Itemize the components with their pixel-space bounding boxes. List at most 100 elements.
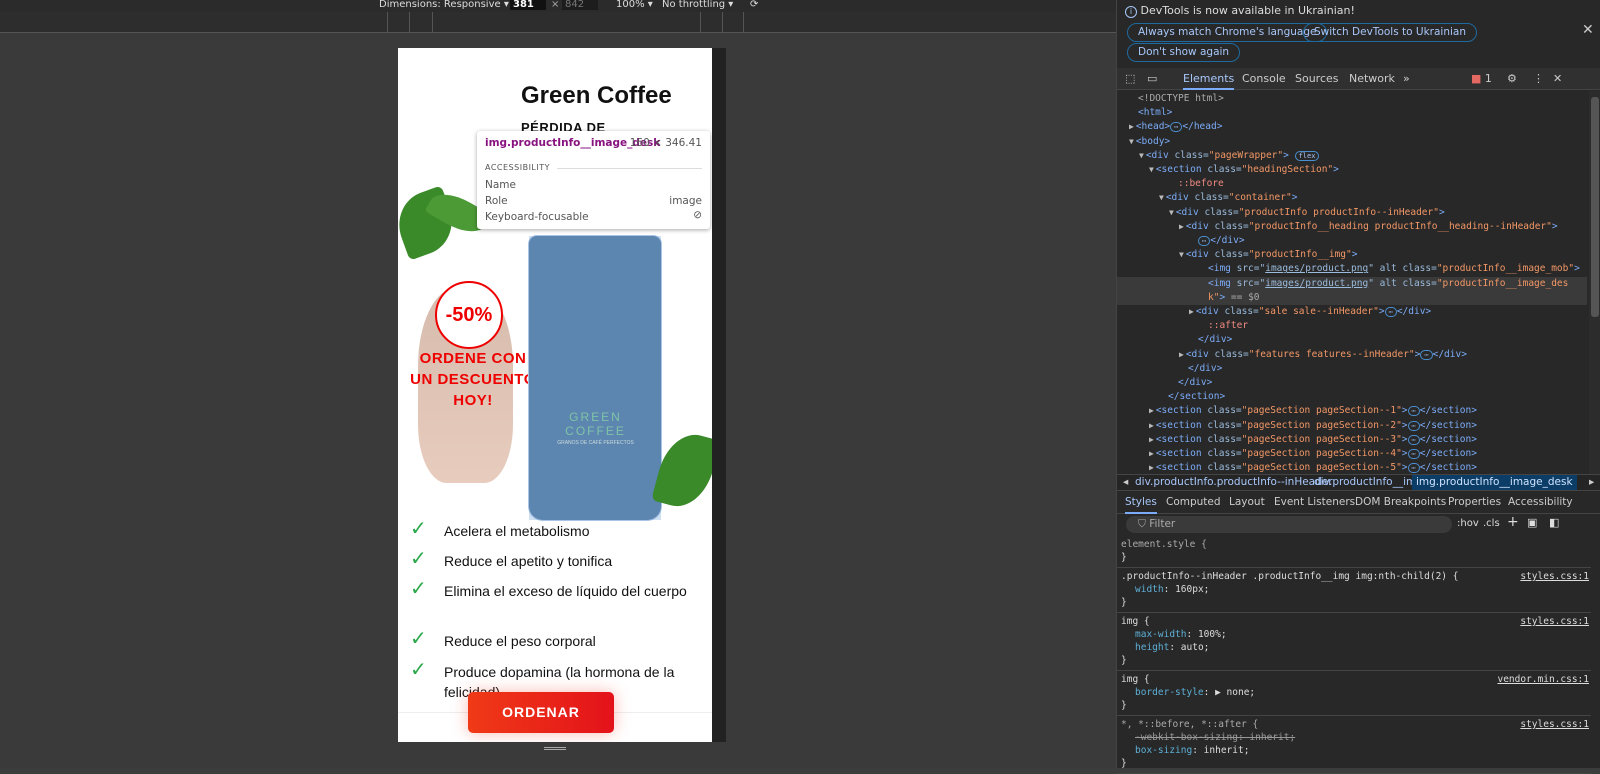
- css-declaration[interactable]: max-width: 100%;: [1121, 628, 1587, 641]
- collapse-triangle-icon[interactable]: ▼: [1129, 137, 1134, 146]
- tab-sources[interactable]: Sources: [1295, 72, 1339, 85]
- more-options-icon[interactable]: ⋮: [1533, 72, 1544, 85]
- css-declaration[interactable]: -webkit-box-sizing: inherit;: [1121, 731, 1587, 744]
- rule-selector[interactable]: img {: [1121, 615, 1587, 628]
- tab-network[interactable]: Network: [1349, 72, 1395, 85]
- dom-token-badge[interactable]: ⋯: [1407, 406, 1420, 417]
- zoom-dropdown[interactable]: 100% ▾: [616, 0, 653, 10]
- expand-triangle-icon[interactable]: ▶: [1179, 350, 1184, 359]
- toggle-sidebar-icon[interactable]: ◧: [1549, 516, 1559, 529]
- rule-source-link[interactable]: vendor.min.css:1: [1497, 673, 1589, 686]
- collapse-triangle-icon[interactable]: ▼: [1179, 250, 1184, 259]
- tab-dom-breakpoints[interactable]: DOM Breakpoints: [1355, 496, 1446, 508]
- rotate-icon[interactable]: ⟳: [750, 0, 758, 10]
- dom-node-line[interactable]: ::before: [1117, 177, 1587, 191]
- dom-node-line[interactable]: ▼ <body>: [1117, 135, 1587, 149]
- tab-console[interactable]: Console: [1242, 72, 1286, 85]
- settings-icon[interactable]: ⚙: [1507, 72, 1517, 85]
- css-declaration[interactable]: box-sizing: inherit;: [1121, 744, 1587, 757]
- match-language-button[interactable]: Always match Chrome's language: [1127, 23, 1328, 42]
- more-tabs-icon[interactable]: »: [1403, 72, 1410, 85]
- collapse-triangle-icon[interactable]: ▼: [1139, 151, 1144, 160]
- dom-token-badge[interactable]: ⋯: [1170, 122, 1183, 133]
- rule-selector[interactable]: element.style {: [1121, 538, 1587, 551]
- expand-triangle-icon[interactable]: ▶: [1149, 435, 1154, 444]
- dom-token-badge[interactable]: ⋯: [1198, 236, 1211, 246]
- collapse-triangle-icon[interactable]: ▼: [1159, 193, 1164, 202]
- dom-tree-scrollbar[interactable]: [1589, 91, 1600, 474]
- dimensions-dropdown[interactable]: Dimensions: Responsive ▾: [379, 0, 509, 10]
- dom-node-line[interactable]: ▶ <section class="pageSection pageSection…: [1117, 419, 1587, 433]
- width-input[interactable]: 381: [510, 0, 546, 10]
- dom-node-line[interactable]: <html>: [1117, 106, 1587, 120]
- dom-node-line[interactable]: ▶ <section class="pageSection pageSection…: [1117, 404, 1587, 418]
- tab-computed[interactable]: Computed: [1166, 496, 1221, 508]
- expand-triangle-icon[interactable]: ▶: [1179, 222, 1184, 231]
- collapse-triangle-icon[interactable]: ▼: [1169, 208, 1174, 217]
- dom-node-line[interactable]: ▶ <div class="features features--inHeader…: [1117, 348, 1587, 362]
- dom-node-line[interactable]: </div>: [1117, 362, 1587, 376]
- dom-node-line[interactable]: k"> == $0: [1117, 290, 1587, 305]
- expand-triangle-icon[interactable]: ▶: [1149, 421, 1154, 430]
- close-devtools-icon[interactable]: ✕: [1553, 72, 1562, 85]
- height-input[interactable]: 842: [562, 0, 598, 10]
- dom-token-badge[interactable]: flex: [1294, 150, 1320, 161]
- styles-filter-input[interactable]: ⛉ Filter: [1126, 516, 1452, 533]
- expand-triangle-icon[interactable]: ▶: [1189, 307, 1194, 316]
- dom-node-line[interactable]: </div>: [1117, 376, 1587, 390]
- throttling-dropdown[interactable]: No throttling ▾: [662, 0, 733, 10]
- dom-node-line[interactable]: ▼ <section class="headingSection">: [1117, 163, 1587, 177]
- tab-styles[interactable]: Styles: [1125, 496, 1157, 514]
- inspect-icon[interactable]: ⬚: [1125, 72, 1135, 85]
- dom-node-line[interactable]: <img src="images/product.png" alt class=…: [1117, 262, 1587, 276]
- dom-node-line[interactable]: </section>: [1117, 390, 1587, 404]
- dom-token-badge[interactable]: ⋯: [1407, 434, 1420, 445]
- dom-node-line[interactable]: ▶ <section class="pageSection pageSection…: [1117, 447, 1587, 461]
- dom-node-line[interactable]: ▶ <head> ⋯ </head>: [1117, 120, 1587, 134]
- dom-node-line[interactable]: ▼ <div class="container">: [1117, 191, 1587, 205]
- collapse-triangle-icon[interactable]: ▼: [1149, 165, 1154, 174]
- dom-token-link[interactable]: images/product.png: [1265, 278, 1368, 289]
- dom-token-badge[interactable]: ⋯: [1407, 463, 1420, 474]
- dom-token-link[interactable]: images/product.png: [1265, 263, 1368, 274]
- breadcrumb-item-selected[interactable]: img.productInfo__image_desk: [1412, 475, 1577, 490]
- crumb-scroll-left[interactable]: ◂: [1123, 476, 1128, 488]
- tab-layout[interactable]: Layout: [1229, 496, 1265, 508]
- breadcrumb-item[interactable]: div.productInfo__img: [1314, 476, 1423, 488]
- dom-token-badge[interactable]: ⋯: [1384, 307, 1397, 317]
- dom-node-line[interactable]: ▶ <section class="pageSection pageSection…: [1117, 433, 1587, 447]
- dom-token-badge[interactable]: ⋯: [1407, 420, 1420, 431]
- dont-show-button[interactable]: Don't show again: [1127, 43, 1241, 62]
- close-notice-icon[interactable]: ✕: [1582, 22, 1594, 38]
- bottom-resize-handle[interactable]: [544, 747, 566, 750]
- dom-node-line[interactable]: <!DOCTYPE html>: [1117, 92, 1587, 106]
- rule-source-link[interactable]: styles.css:1: [1520, 615, 1589, 628]
- new-rule-icon[interactable]: +: [1507, 514, 1519, 530]
- cls-toggle[interactable]: .cls: [1483, 518, 1500, 529]
- css-declaration[interactable]: border-style: ▶ none;: [1121, 686, 1587, 699]
- dom-node-line[interactable]: ▶ <div class="sale sale--inHeader"> ⋯ </div…: [1117, 305, 1587, 319]
- rule-source-link[interactable]: styles.css:1: [1520, 718, 1589, 731]
- dom-node-line[interactable]: ▶ <section class="pageSection pageSection…: [1117, 461, 1587, 474]
- dom-node-line[interactable]: ▼ <div class="productInfo productInfo--in…: [1117, 206, 1587, 220]
- issues-counter[interactable]: ■ 1: [1471, 72, 1492, 85]
- expand-triangle-icon[interactable]: ▶: [1149, 406, 1154, 415]
- dom-token-badge[interactable]: ⋯: [1420, 349, 1433, 360]
- hov-toggle[interactable]: :hov: [1457, 518, 1479, 529]
- tab-elements[interactable]: Elements: [1183, 72, 1235, 90]
- crumb-scroll-right[interactable]: ▸: [1589, 476, 1594, 488]
- tab-accessibility[interactable]: Accessibility: [1508, 496, 1573, 508]
- paint-brush-icon[interactable]: ▣: [1527, 516, 1537, 529]
- dom-node-line[interactable]: </div>: [1117, 333, 1587, 347]
- rule-source-link[interactable]: styles.css:1: [1520, 570, 1589, 583]
- css-declaration[interactable]: height: auto;: [1121, 641, 1587, 654]
- css-declaration[interactable]: width: 160px;: [1121, 583, 1587, 596]
- rule-selector[interactable]: .productInfo--inHeader .productInfo__img…: [1121, 570, 1587, 583]
- media-query-bar[interactable]: [0, 12, 1116, 33]
- rule-selector[interactable]: *, *::before, *::after {: [1121, 718, 1587, 731]
- expand-triangle-icon[interactable]: ▶: [1129, 122, 1134, 131]
- device-toolbar-icon[interactable]: ▭: [1147, 72, 1157, 85]
- dom-node-line[interactable]: ::after: [1117, 319, 1587, 333]
- viewport-resize-handle[interactable]: [712, 48, 726, 742]
- expand-triangle-icon[interactable]: ▶: [1149, 463, 1154, 472]
